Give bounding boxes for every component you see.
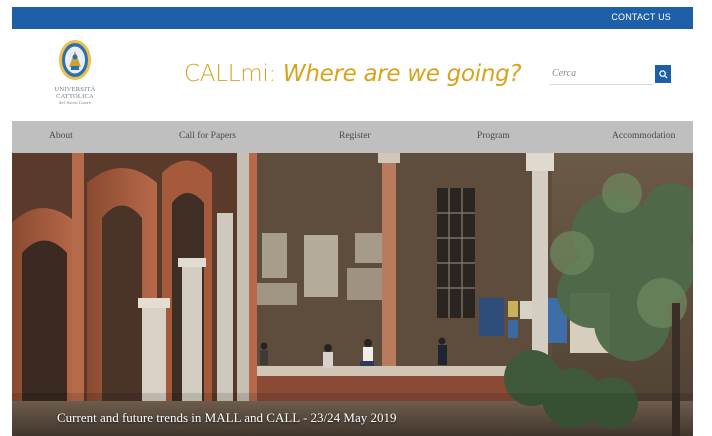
hero-photo	[12, 153, 693, 436]
hero-caption: Current and future trends in MALL and CA…	[57, 410, 397, 425]
page-title-italic: Where are we going?	[282, 61, 522, 87]
university-logo[interactable]: UNIVERSITÀ CATTOLICA del Sacro Cuore	[52, 39, 98, 105]
nav-item-about[interactable]: About	[49, 131, 73, 141]
nav-item-register[interactable]: Register	[339, 131, 371, 141]
logo-text-line2: CATTOLICA	[56, 93, 94, 100]
logo-text-line1: UNIVERSITÀ	[54, 86, 96, 93]
hero-banner: Current and future trends in MALL and CA…	[12, 153, 693, 436]
search-input[interactable]	[550, 63, 652, 85]
top-bar: CONTACT US	[12, 7, 693, 29]
page-title-plain: CALLmi:	[184, 61, 283, 87]
nav-item-program[interactable]: Program	[477, 131, 510, 141]
nav-item-call-for-papers[interactable]: Call for Papers	[179, 131, 236, 141]
contact-us-link[interactable]: CONTACT US	[611, 12, 671, 22]
page-title: CALLmi: Where are we going?	[184, 61, 522, 87]
logo-text-line3: del Sacro Cuore	[59, 100, 91, 105]
site-header: UNIVERSITÀ CATTOLICA del Sacro Cuore CAL…	[12, 29, 693, 121]
search-button[interactable]	[655, 65, 671, 83]
main-nav: About Call for Papers Register Program A…	[12, 121, 693, 153]
nav-item-accommodation[interactable]: Accommodation	[612, 131, 675, 141]
university-seal-icon	[59, 40, 91, 80]
search-icon	[658, 69, 668, 79]
